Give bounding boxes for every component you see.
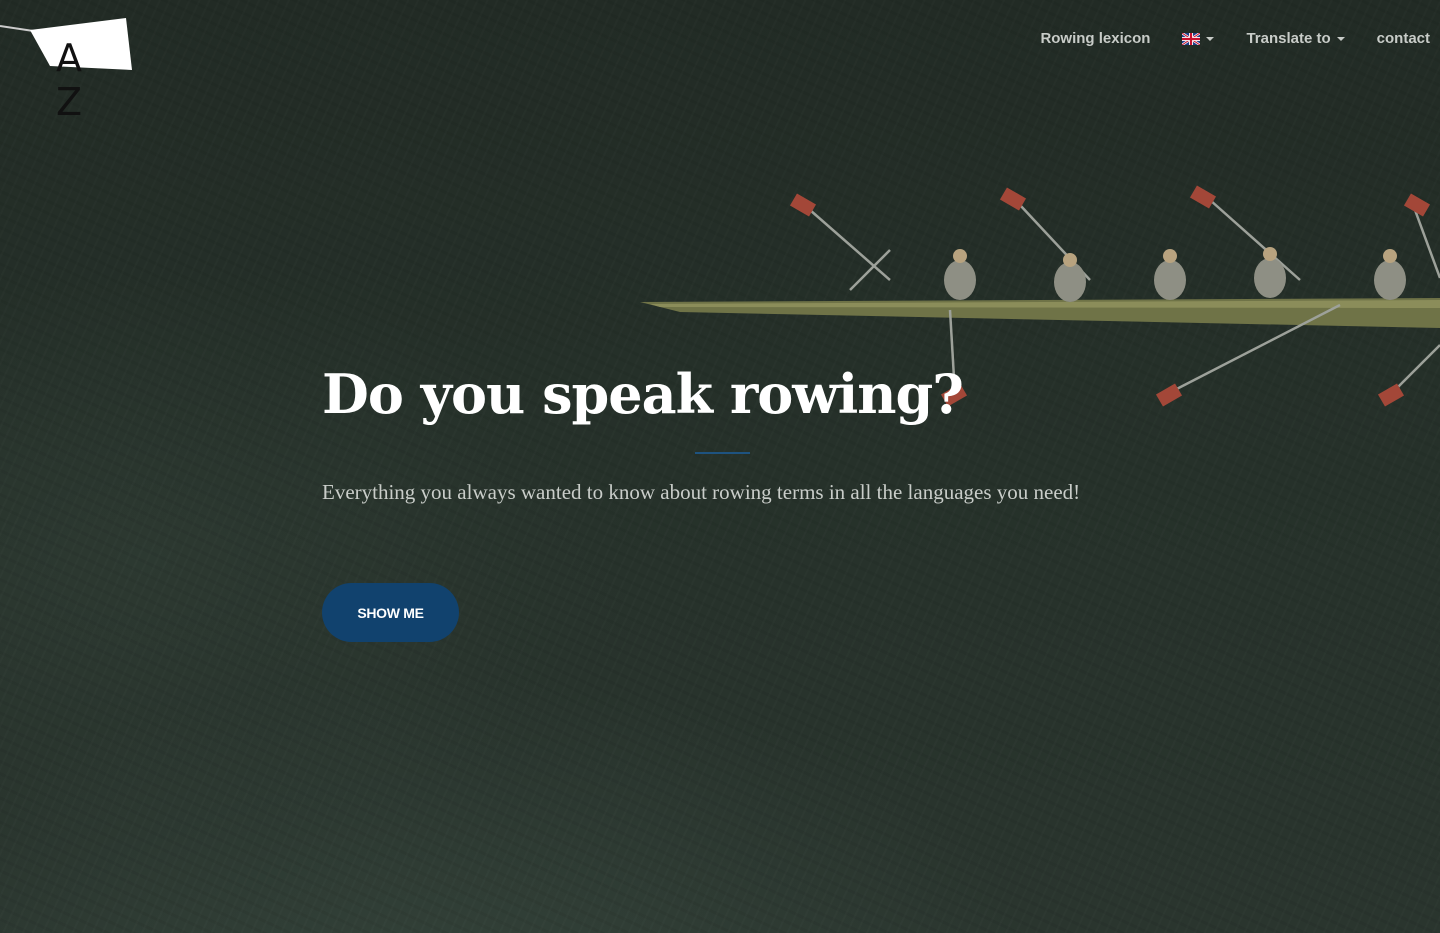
nav-links: Rowing lexicon Translate to contact: [1008, 30, 1430, 47]
navbar: A Z Rowing lexicon Translate to contact: [0, 0, 1440, 124]
nav-rowing-lexicon[interactable]: Rowing lexicon: [1040, 30, 1150, 47]
show-me-button[interactable]: SHOW ME: [322, 583, 459, 642]
language-dropdown[interactable]: [1182, 32, 1215, 45]
translate-to-label: Translate to: [1246, 30, 1331, 47]
hero-background: [0, 0, 1440, 933]
nav-contact[interactable]: contact: [1377, 30, 1430, 47]
chevron-down-icon: [1206, 36, 1215, 41]
hero-subtitle: Everything you always wanted to know abo…: [322, 480, 1081, 504]
hero-title: Do you speak rowing?: [322, 362, 964, 426]
logo-link[interactable]: A Z: [0, 14, 134, 124]
water-texture: [0, 0, 1440, 933]
title-divider: [695, 452, 750, 454]
logo-text: A Z: [56, 36, 93, 124]
hero-content: Do you speak rowing? Everything you alwa…: [322, 356, 1102, 642]
chevron-down-icon: [1336, 36, 1345, 41]
uk-flag-icon: [1182, 32, 1201, 45]
translate-to-dropdown[interactable]: Translate to: [1246, 30, 1345, 47]
